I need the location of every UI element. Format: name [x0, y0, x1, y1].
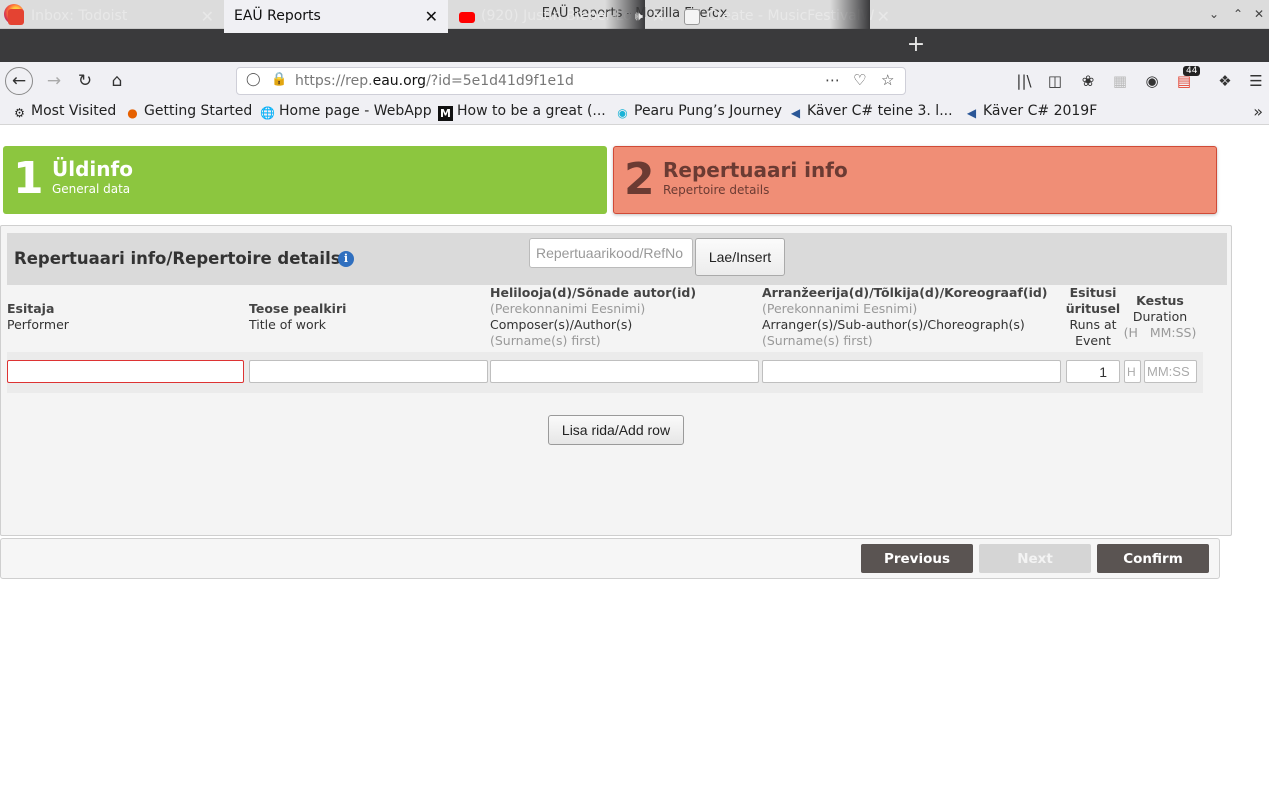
bookmark-home-page[interactable]: 🌐 Home page - WebApp [260, 103, 432, 121]
column-performer: Esitaja Performer [7, 301, 69, 332]
bookmark-kaver-2[interactable]: ◀ Käver C# 2019F [964, 103, 1097, 121]
reload-icon[interactable]: ↻ [71, 67, 99, 95]
new-tab-icon[interactable]: + [905, 29, 927, 62]
step-title: Repertuaari info [663, 158, 848, 182]
step-repertoire-details[interactable]: 2 Repertuaari info Repertoire details [613, 146, 1217, 214]
lock-icon[interactable]: 🔒 [271, 72, 287, 87]
step-title: Üldinfo [52, 157, 133, 181]
step-general-data[interactable]: 1 Üldinfo General data [3, 146, 607, 214]
reference-code-input[interactable] [529, 238, 693, 268]
column-duration: Kestus Duration (H MM:SS) [1123, 293, 1197, 340]
close-tab-icon[interactable]: ✕ [425, 0, 438, 33]
medium-icon: M [438, 106, 453, 121]
panel-header: Repertuaari info/Repertoire details i La… [7, 233, 1227, 285]
gear-icon: ⚙ [14, 106, 25, 120]
extensions-icon[interactable]: ❖ [1216, 72, 1234, 90]
confirm-button[interactable]: Confirm [1097, 544, 1209, 573]
address-bar[interactable]: ◯ 🔒 https://rep.eau.org/?id=5e1d41d9f1e1… [236, 67, 906, 95]
step-number: 2 [624, 154, 655, 205]
composer-input[interactable] [490, 360, 759, 383]
arranger-input[interactable] [762, 360, 1061, 383]
pocket-icon[interactable]: ♡ [853, 71, 866, 89]
add-row-button[interactable]: Lisa rida/Add row [548, 415, 684, 445]
bookmark-most-visited[interactable]: ⚙ Most Visited [12, 103, 116, 121]
close-tab-icon[interactable]: ✕ [201, 0, 214, 33]
youtube-icon [459, 12, 475, 23]
step-number: 1 [13, 153, 44, 204]
tab-label: Inbox: Todoist [31, 8, 128, 24]
panel-title: Repertuaari info/Repertoire details [14, 249, 341, 268]
url-text[interactable]: https://rep.eau.org/?id=5e1d41d9f1e1d [295, 73, 574, 89]
play-circle-icon: ◀ [790, 106, 801, 120]
column-composer: Helilooja(d)/Sõnade autor(id) (Perekonna… [490, 285, 697, 348]
step-subtitle: Repertoire details [663, 183, 770, 197]
bookmark-star-icon[interactable]: ☆ [881, 71, 894, 89]
document-icon [684, 9, 700, 25]
play-circle-icon: ◀ [966, 106, 977, 120]
bookmark-getting-started[interactable]: ● Getting Started [125, 103, 252, 121]
tab-todoist[interactable]: Inbox: Todoist ✕ [0, 0, 224, 33]
duration-mmss-input[interactable] [1144, 360, 1197, 383]
bookmark-journey[interactable]: ◉ Pearu Pung’s Journey [615, 103, 782, 121]
close-tab-icon[interactable]: ✕ [652, 0, 665, 33]
speaker-icon[interactable]: 🕪 [635, 0, 643, 33]
tab-youtube[interactable]: (920) Justin Bieber-Lo 🕪 ✕ [451, 0, 675, 33]
performer-input[interactable] [7, 360, 244, 383]
tab-strip [0, 29, 1269, 62]
close-window-icon[interactable]: ✕ [1250, 5, 1268, 23]
minimize-icon[interactable]: ⌄ [1205, 5, 1223, 23]
hours-input[interactable] [1124, 360, 1141, 383]
next-button[interactable]: Next [979, 544, 1091, 573]
close-tab-icon[interactable]: ✕ [877, 0, 890, 33]
back-icon[interactable]: ← [5, 67, 33, 95]
maximize-icon[interactable]: ⌃ [1229, 5, 1247, 23]
previous-button[interactable]: Previous [861, 544, 973, 573]
forward-icon[interactable]: → [40, 67, 68, 95]
disabled-extension-icon[interactable]: ▦ [1111, 72, 1129, 90]
column-arranger: Arranžeerija(d)/Tõlkija(d)/Koreograaf(id… [762, 285, 1048, 348]
repertoire-panel: Repertuaari info/Repertoire details i La… [0, 225, 1232, 536]
shield-icon[interactable]: ◯ [246, 72, 261, 87]
bookmarks-toolbar: ⚙ Most Visited ● Getting Started 🌐 Home pag… [0, 100, 1269, 125]
home-icon[interactable]: ⌂ [103, 67, 131, 95]
journey-icon: ◉ [617, 106, 628, 120]
sidebar-icon[interactable]: ◫ [1046, 72, 1064, 90]
info-icon[interactable]: i [338, 251, 354, 267]
tab-create[interactable]: Create - MusicFestivalW ✕ [676, 0, 900, 33]
tab-label: EAÜ Reports [234, 8, 321, 24]
column-title: Teose pealkiri Title of work [249, 301, 347, 332]
step-subtitle: General data [52, 182, 131, 196]
runs-input[interactable] [1066, 360, 1120, 383]
firefox-icon: ● [127, 106, 138, 120]
chevron-more-icon[interactable]: » [1253, 102, 1263, 121]
gnome-extension-icon[interactable]: ❀ [1079, 72, 1097, 90]
hamburger-menu-icon[interactable]: ☰ [1247, 72, 1265, 90]
bookmark-medium[interactable]: M How to be a great (... [438, 103, 606, 121]
globe-icon: 🌐 [260, 106, 275, 120]
column-runs: Esitusi üritusel Runs at Event [1065, 285, 1121, 348]
tab-eau-reports[interactable]: EAÜ Reports ✕ [224, 0, 448, 33]
todoist-icon [8, 9, 24, 25]
extension-badge: 44 [1183, 66, 1201, 76]
library-icon[interactable]: ||\ [1015, 72, 1033, 90]
form-footer: Previous Next Confirm [0, 538, 1220, 579]
page-actions-icon[interactable]: ⋯ [825, 71, 840, 89]
account-icon[interactable]: ◉ [1143, 72, 1161, 90]
title-input[interactable] [249, 360, 488, 383]
bookmark-kaver-1[interactable]: ◀ Käver C# teine 3. l... [788, 103, 953, 121]
insert-button[interactable]: Lae/Insert [695, 238, 785, 276]
